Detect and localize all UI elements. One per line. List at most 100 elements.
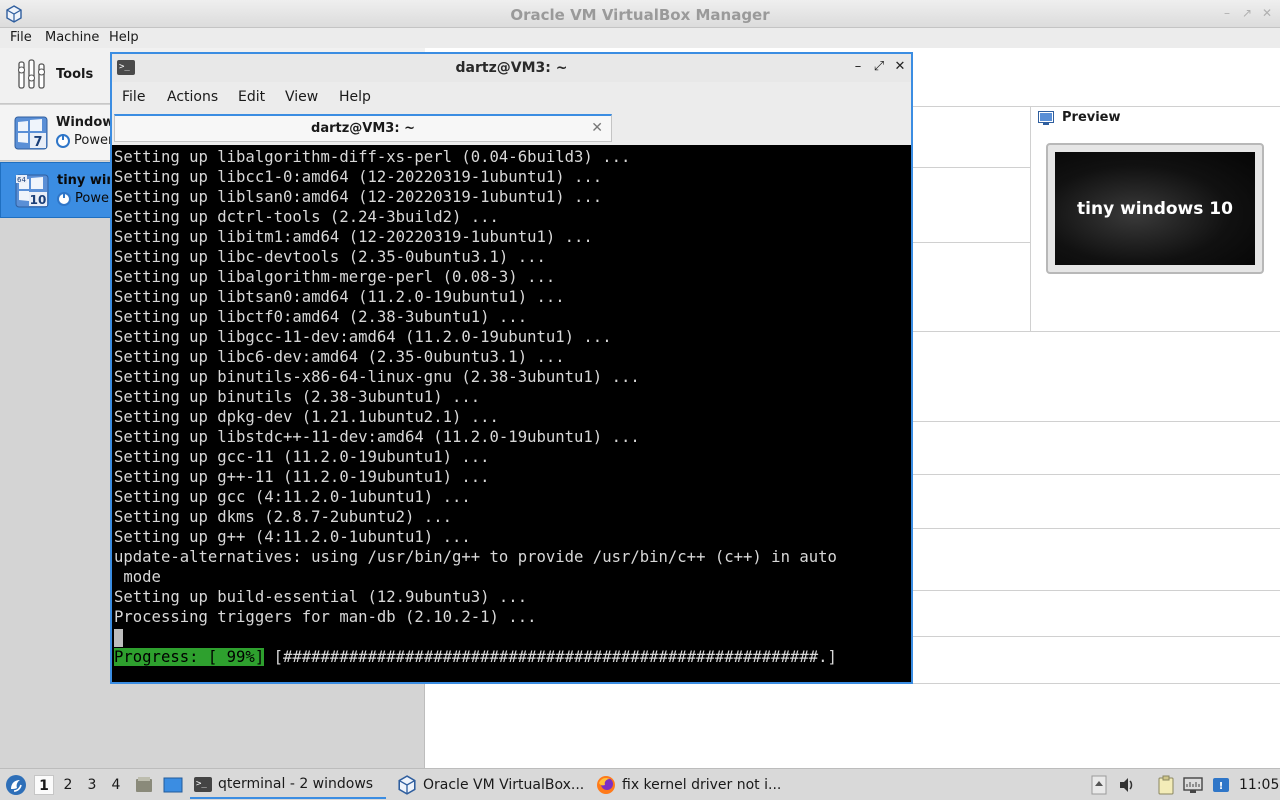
- terminal-line: Setting up libc6-dev:amd64 (2.35-0ubuntu…: [114, 348, 565, 366]
- terminal-menubar: File Actions Edit View Help: [112, 82, 911, 112]
- menu-actions[interactable]: Actions: [167, 89, 218, 105]
- terminal-output[interactable]: Setting up libalgorithm-diff-xs-perl (0.…: [112, 145, 911, 682]
- vbox-titlebar: Oracle VM VirtualBox Manager – ↗ ✕: [0, 0, 1280, 28]
- terminal-line: Setting up libc-devtools (2.35-0ubuntu3.…: [114, 248, 546, 266]
- terminal-line: Setting up libitm1:amd64 (12-20220319-1u…: [114, 228, 593, 246]
- lubuntu-menu-icon[interactable]: [5, 774, 27, 796]
- vm-name: tiny win: [57, 173, 116, 188]
- terminal-line: mode: [114, 568, 161, 586]
- tray-arrow-icon[interactable]: [1091, 775, 1107, 795]
- terminal-line: Setting up build-essential (12.9ubuntu3)…: [114, 588, 528, 606]
- terminal-title: dartz@VM3: ~: [455, 60, 568, 76]
- details-divider: [912, 421, 1280, 422]
- terminal-line: Setting up libalgorithm-diff-xs-perl (0.…: [114, 148, 631, 166]
- vm-state: Power: [57, 191, 114, 206]
- details-divider: [912, 636, 1280, 637]
- vm-state-label: Power: [74, 133, 114, 148]
- task-qterminal[interactable]: >_ qterminal - 2 windows: [190, 771, 386, 799]
- task-label: qterminal - 2 windows: [218, 776, 374, 792]
- terminal-line: Setting up libctf0:amd64 (2.38-3ubuntu1)…: [114, 308, 528, 326]
- details-divider: [912, 528, 1280, 529]
- terminal-line: Setting up g++ (4:11.2.0-1ubuntu1) ...: [114, 528, 471, 546]
- power-off-icon: [56, 133, 70, 148]
- terminal-line: Setting up gcc (4:11.2.0-1ubuntu1) ...: [114, 488, 471, 506]
- close-button[interactable]: ✕: [892, 59, 908, 75]
- terminal-line: Processing triggers for man-db (2.10.2-1…: [114, 608, 537, 626]
- text-cursor: [114, 628, 123, 647]
- terminal-cursor-line: [114, 627, 911, 647]
- details-divider: [912, 590, 1280, 591]
- minimize-button[interactable]: –: [850, 59, 866, 75]
- details-divider: [912, 474, 1280, 475]
- window-title: Oracle VM VirtualBox Manager: [510, 6, 770, 24]
- vm-name: Window: [56, 115, 115, 130]
- menu-edit[interactable]: Edit: [238, 89, 265, 105]
- desktop-4-button[interactable]: 4: [106, 775, 126, 795]
- vbox-menubar: File Machine Help: [0, 28, 1280, 48]
- qterminal-window: >_ dartz@VM3: ~ – ⤢ ✕ File Actions Edit …: [110, 52, 913, 684]
- virtualbox-icon: [398, 775, 416, 795]
- taskbar: 1 2 3 4 >_ qterminal - 2 windows Oracle …: [0, 768, 1280, 800]
- terminal-line: Setting up dctrl-tools (2.24-3build2) ..…: [114, 208, 499, 226]
- terminal-line: update-alternatives: using /usr/bin/g++ …: [114, 548, 837, 566]
- preview-title: Preview: [1062, 110, 1121, 125]
- preview-frame: tiny windows 10: [1046, 143, 1264, 274]
- clock[interactable]: 11:05: [1239, 769, 1279, 800]
- os-arch-badge: 64: [17, 176, 26, 184]
- terminal-line: Setting up liblsan0:amd64 (12-20220319-1…: [114, 188, 603, 206]
- volume-icon[interactable]: [1118, 776, 1136, 794]
- terminal-line: Setting up libcc1-0:amd64 (12-20220319-1…: [114, 168, 603, 186]
- svg-text:!: !: [1219, 781, 1224, 792]
- menu-file[interactable]: File: [122, 89, 145, 105]
- terminal-line: Setting up libstdc++-11-dev:amd64 (11.2.…: [114, 428, 640, 446]
- task-label: Oracle VM VirtualBox...: [423, 777, 585, 793]
- desktop-1-button[interactable]: 1: [34, 775, 54, 795]
- details-divider: [912, 167, 1030, 168]
- terminal-line: Setting up libgcc-11-dev:amd64 (11.2.0-1…: [114, 328, 612, 346]
- desktop-3-button[interactable]: 3: [82, 775, 102, 795]
- update-notifier-icon[interactable]: !: [1211, 775, 1231, 795]
- maximize-button[interactable]: ↗: [1240, 6, 1254, 20]
- show-desktop-icon[interactable]: [163, 776, 183, 794]
- desktop-2-button[interactable]: 2: [58, 775, 78, 795]
- minimize-button[interactable]: –: [1220, 6, 1234, 20]
- progress-line: Progress: [ 99%] [######################…: [114, 647, 911, 667]
- task-firefox[interactable]: fix kernel driver not i...: [592, 771, 787, 799]
- windows-7-os-icon: 7: [14, 116, 48, 150]
- task-label: fix kernel driver not i...: [622, 777, 782, 793]
- maximize-button[interactable]: ⤢: [871, 59, 887, 75]
- file-manager-icon[interactable]: [135, 776, 153, 794]
- firefox-icon: [597, 776, 615, 794]
- progress-label: Progress: [ 99%]: [114, 648, 265, 666]
- terminal-lines: Setting up libalgorithm-diff-xs-perl (0.…: [114, 147, 911, 627]
- windows-10-os-icon: 64 10: [15, 174, 49, 208]
- terminal-line: Setting up dpkg-dev (1.21.1ubuntu2.1) ..…: [114, 408, 499, 426]
- menu-file[interactable]: File: [10, 30, 32, 45]
- menu-help[interactable]: Help: [339, 89, 371, 105]
- terminal-line: Setting up gcc-11 (11.2.0-19ubuntu1) ...: [114, 448, 490, 466]
- task-virtualbox[interactable]: Oracle VM VirtualBox...: [393, 771, 588, 799]
- terminal-line: Setting up dkms (2.8.7-2ubuntu2) ...: [114, 508, 452, 526]
- os-version-badge: 7: [33, 135, 42, 150]
- terminal-line: Setting up g++-11 (11.2.0-19ubuntu1) ...: [114, 468, 490, 486]
- terminal-line: Setting up libalgorithm-merge-perl (0.08…: [114, 268, 556, 286]
- details-divider: [912, 242, 1030, 243]
- network-icon[interactable]: [1182, 775, 1204, 795]
- tab-label: dartz@VM3: ~: [311, 121, 415, 136]
- terminal-titlebar: >_ dartz@VM3: ~ – ⤢ ✕: [112, 54, 911, 82]
- menu-view[interactable]: View: [285, 89, 318, 105]
- clipboard-icon[interactable]: [1157, 775, 1175, 795]
- tab-terminal[interactable]: dartz@VM3: ~ ✕: [114, 114, 612, 142]
- menu-help[interactable]: Help: [109, 30, 139, 45]
- terminal-line: Setting up binutils (2.38-3ubuntu1) ...: [114, 388, 481, 406]
- monitor-icon: [1038, 110, 1054, 125]
- terminal-line: Setting up libtsan0:amd64 (11.2.0-19ubun…: [114, 288, 565, 306]
- vm-state-label: Power: [75, 191, 115, 206]
- os-version-badge: 10: [30, 193, 47, 207]
- power-off-icon: [57, 191, 71, 206]
- progress-bar: [#######################################…: [264, 648, 837, 666]
- close-button[interactable]: ✕: [1260, 6, 1274, 20]
- menu-machine[interactable]: Machine: [45, 30, 99, 45]
- tools-label: Tools: [56, 67, 94, 82]
- close-tab-icon[interactable]: ✕: [591, 120, 603, 136]
